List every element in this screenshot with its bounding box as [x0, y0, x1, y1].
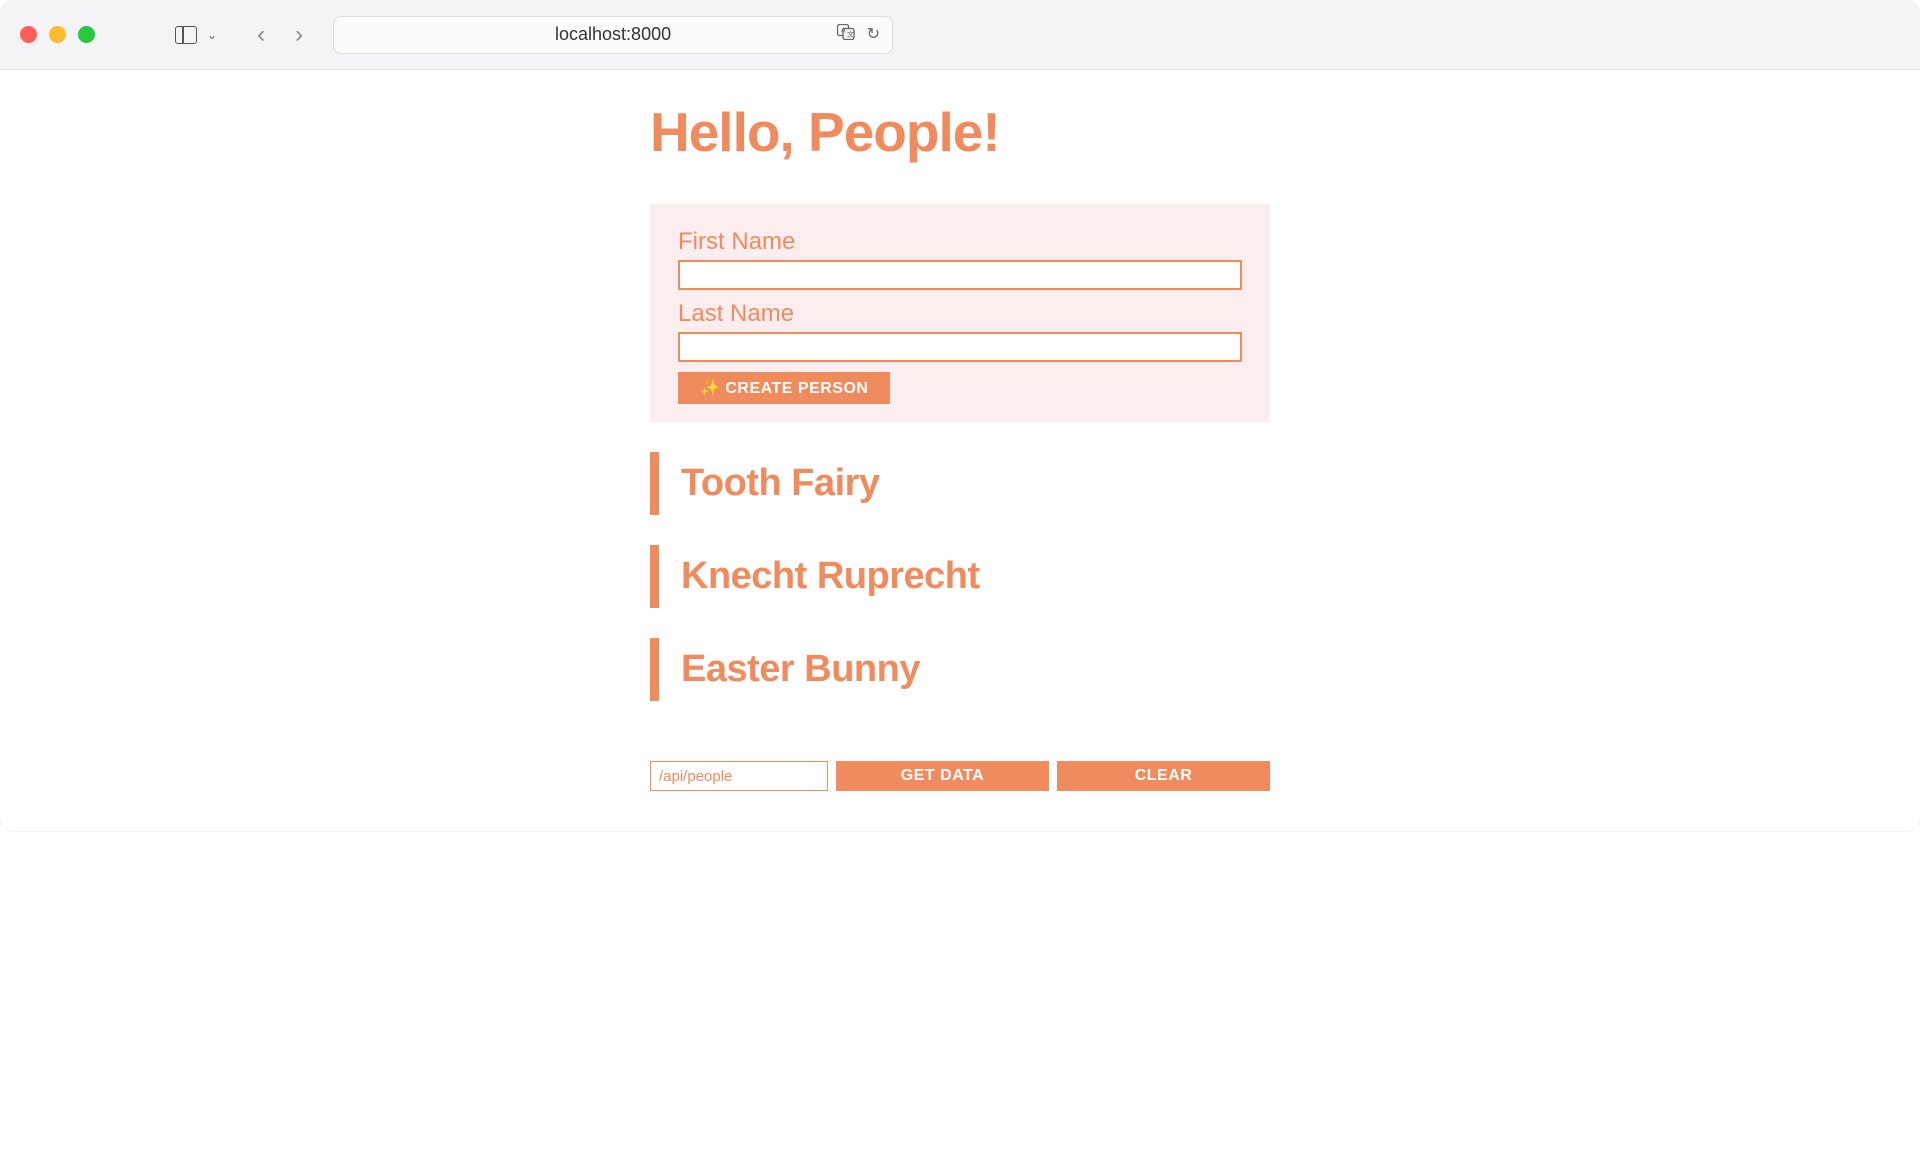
person-name: Easter Bunny: [681, 648, 1270, 691]
create-person-button[interactable]: ✨ CREATE PERSON: [678, 372, 890, 404]
address-bar[interactable]: localhost:8000 A文 ↻: [333, 16, 893, 54]
browser-toolbar: ⌄ ‹ › localhost:8000 A文 ↻: [0, 0, 1920, 70]
back-button[interactable]: ‹: [257, 21, 265, 49]
people-list: Tooth Fairy Knecht Ruprecht Easter Bunny: [650, 452, 1270, 701]
last-name-input[interactable]: [678, 332, 1242, 362]
page-title: Hello, People!: [650, 100, 1270, 164]
list-item: Tooth Fairy: [650, 452, 1270, 515]
url-text: localhost:8000: [555, 24, 671, 45]
first-name-input[interactable]: [678, 260, 1242, 290]
person-name: Tooth Fairy: [681, 462, 1270, 505]
chevron-down-icon[interactable]: ⌄: [207, 28, 217, 42]
minimize-window-button[interactable]: [49, 26, 66, 43]
list-item: Knecht Ruprecht: [650, 545, 1270, 608]
sidebar-icon: [175, 26, 197, 44]
api-controls: GET DATA CLEAR: [650, 761, 1270, 791]
create-person-form: First Name Last Name ✨ CREATE PERSON: [650, 204, 1270, 422]
reload-icon[interactable]: ↻: [867, 24, 880, 45]
close-window-button[interactable]: [20, 26, 37, 43]
first-name-label: First Name: [678, 228, 1242, 256]
get-data-button[interactable]: GET DATA: [836, 761, 1049, 791]
last-name-label: Last Name: [678, 300, 1242, 328]
translate-icon[interactable]: A文: [837, 24, 855, 45]
maximize-window-button[interactable]: [78, 26, 95, 43]
sidebar-toggle-button[interactable]: [175, 26, 197, 44]
forward-button[interactable]: ›: [295, 21, 303, 49]
traffic-lights: [20, 26, 95, 43]
clear-button[interactable]: CLEAR: [1057, 761, 1270, 791]
svg-text:A: A: [841, 28, 846, 35]
person-name: Knecht Ruprecht: [681, 555, 1270, 598]
svg-text:文: 文: [847, 30, 854, 39]
list-item: Easter Bunny: [650, 638, 1270, 701]
api-endpoint-input[interactable]: [650, 761, 828, 791]
